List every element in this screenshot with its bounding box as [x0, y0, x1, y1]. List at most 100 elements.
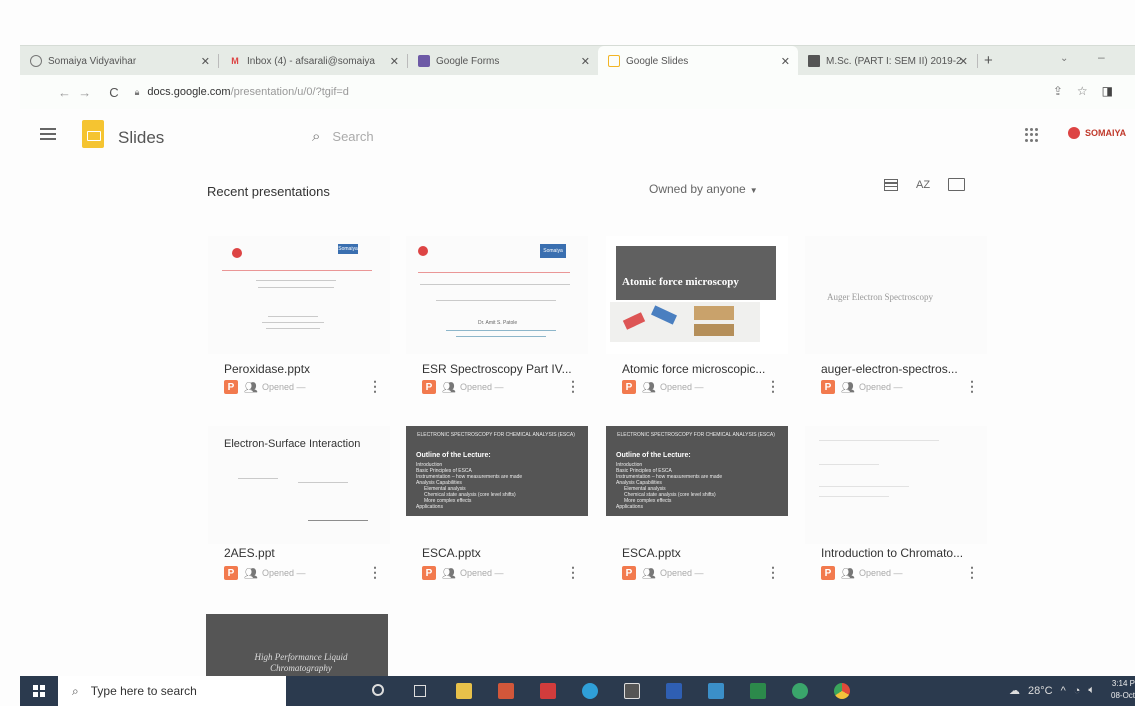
share-icon[interactable]: ⇪	[1053, 84, 1077, 98]
file-name[interactable]: ESCA.pptx	[622, 546, 782, 560]
thumb-title: Auger Electron Spectroscopy	[827, 292, 933, 302]
pptx-icon: P	[622, 380, 636, 394]
slide-thumbnail[interactable]: High Performance Liquid Chromatography	[206, 614, 388, 676]
bookmark-star-icon[interactable]: ☆	[1077, 84, 1102, 98]
folder-picker-icon[interactable]	[948, 178, 966, 191]
tab-somaiya-vidyavihar[interactable]: Somaiya Vidyavihar ✕	[20, 46, 218, 76]
reload-icon[interactable]: C	[109, 85, 118, 100]
somaiya-seal-icon	[1068, 127, 1080, 139]
task-view-icon[interactable]	[414, 685, 426, 697]
pptx-icon: P	[622, 566, 636, 580]
clock-date: 08-Oct	[1111, 691, 1135, 700]
more-options-icon[interactable]: ⋮	[766, 378, 780, 395]
slide-thumbnail[interactable]: Electron-Surface Interaction	[208, 426, 390, 544]
thumb-heading: Outline of the Lecture:	[416, 452, 491, 459]
close-tab-icon[interactable]: ✕	[959, 55, 968, 68]
tab-inbox[interactable]: M Inbox (4) - afsarali@somaiya ✕	[219, 46, 407, 76]
browser-actions[interactable]: ⇪☆◨	[1053, 84, 1127, 98]
word-icon[interactable]	[666, 683, 682, 699]
url-field[interactable]: docs.google.com/presentation/u/0/?tgif=d	[147, 86, 349, 98]
clock[interactable]: 3:14 P 08-Oct	[1111, 678, 1135, 702]
account-brand[interactable]: SOMAIYA	[1068, 127, 1126, 139]
file-name[interactable]: ESCA.pptx	[422, 546, 582, 560]
sheet-icon	[808, 55, 820, 67]
back-forward-icon[interactable]: ← →	[58, 85, 91, 100]
shared-icon: 👥︎	[244, 567, 258, 580]
screen: Somaiya Vidyavihar ✕ M Inbox (4) - afsar…	[0, 0, 1135, 706]
tab-google-forms[interactable]: Google Forms ✕	[408, 46, 598, 76]
slide-thumbnail[interactable]: Atomic force microscopy	[606, 236, 788, 354]
opened-label: Opened —	[659, 382, 704, 392]
edge-icon[interactable]	[582, 683, 598, 699]
tab-label: Inbox (4) - afsarali@somaiya	[247, 55, 375, 67]
file-name[interactable]: Introduction to Chromato...	[821, 546, 981, 560]
shared-icon: 👥︎	[442, 381, 456, 394]
calculator-icon[interactable]	[624, 683, 640, 699]
brand-label: SOMAIYA	[1085, 128, 1127, 138]
close-tab-icon[interactable]: ✕	[581, 55, 590, 68]
sidepanel-icon[interactable]: ◨	[1102, 84, 1127, 98]
slides-logo-icon[interactable]	[82, 120, 104, 148]
pptx-icon: P	[224, 566, 238, 580]
file-name[interactable]: 2AES.ppt	[224, 546, 384, 560]
chrome-icon[interactable]	[834, 683, 850, 699]
tab-search-icon[interactable]: ⌄	[1060, 53, 1068, 64]
tab-msc-sheet[interactable]: M.Sc. (PART I: SEM II) 2019-2 ✕	[798, 46, 976, 76]
slide-thumbnail[interactable]: Somaiya Dr. Amit S. Patole	[406, 236, 588, 354]
close-tab-icon[interactable]: ✕	[201, 55, 210, 68]
thumb-title-band	[616, 246, 776, 300]
shared-icon: 👥︎	[244, 381, 258, 394]
file-name[interactable]: ESR Spectroscopy Part IV...	[422, 362, 582, 376]
minimize-icon[interactable]: –	[1098, 50, 1105, 64]
taskbar-search[interactable]: ⌕ Type here to search	[58, 676, 286, 706]
thumb-outline: Introduction Basic Principles of ESCA In…	[416, 462, 522, 510]
pdf-reader-icon[interactable]	[540, 683, 556, 699]
thumb-image	[610, 302, 760, 342]
search-icon[interactable]: ⌕	[312, 128, 320, 145]
slide-thumbnail[interactable]: Auger Electron Spectroscopy	[805, 236, 987, 354]
more-options-icon[interactable]: ⋮	[566, 378, 580, 395]
main-menu-icon[interactable]	[40, 128, 56, 140]
clock-time: 3:14 P	[1111, 679, 1135, 688]
search-bar[interactable]: ⌕ Search	[312, 128, 374, 145]
list-view-icon[interactable]	[884, 178, 898, 191]
more-options-icon[interactable]: ⋮	[566, 564, 580, 581]
cortana-icon[interactable]	[372, 684, 384, 696]
opened-label: Opened —	[858, 568, 903, 578]
more-options-icon[interactable]: ⋮	[965, 378, 979, 395]
excel-icon[interactable]	[750, 683, 766, 699]
google-apps-icon[interactable]	[1025, 128, 1039, 142]
tab-google-slides[interactable]: Google Slides ✕	[598, 46, 798, 76]
sort-az-icon[interactable]: AZ	[916, 179, 930, 191]
owner-filter-dropdown[interactable]: Owned by anyone ▼	[649, 182, 758, 196]
file-name[interactable]: Peroxidase.pptx	[224, 362, 384, 376]
more-options-icon[interactable]: ⋮	[368, 564, 382, 581]
app-icon[interactable]	[792, 683, 808, 699]
close-tab-icon[interactable]: ✕	[781, 55, 790, 68]
slide-thumbnail[interactable]: ELECTRONIC SPECTROSCOPY FOR CHEMICAL ANA…	[406, 426, 588, 516]
more-options-icon[interactable]: ⋮	[965, 564, 979, 581]
slide-thumbnail[interactable]: Somaiya	[208, 236, 390, 354]
weather-cloud-icon: ☁	[1008, 685, 1020, 697]
more-options-icon[interactable]: ⋮	[368, 378, 382, 395]
thumb-title: ELECTRONIC SPECTROSCOPY FOR CHEMICAL ANA…	[417, 432, 575, 438]
taskbar-search-input[interactable]: Type here to search	[91, 684, 197, 698]
start-button[interactable]	[20, 676, 58, 706]
file-name[interactable]: auger-electron-spectros...	[821, 362, 981, 376]
windows-taskbar: ⌕ Type here to search ☁ 28°C ^ ◔ 🔈︎ 3:14 …	[20, 676, 1135, 706]
close-tab-icon[interactable]: ✕	[390, 55, 399, 68]
file-explorer-icon[interactable]	[456, 683, 472, 699]
tray-chevron-icon[interactable]: ^	[1061, 685, 1066, 697]
photos-icon[interactable]	[708, 683, 724, 699]
powerpoint-icon[interactable]	[498, 683, 514, 699]
file-name[interactable]: Atomic force microscopic...	[622, 362, 782, 376]
globe-icon	[30, 55, 42, 67]
more-options-icon[interactable]: ⋮	[766, 564, 780, 581]
new-tab-button[interactable]: +	[984, 52, 993, 69]
volume-icon[interactable]: 🔈︎	[1088, 684, 1095, 697]
slide-thumbnail[interactable]	[805, 426, 987, 544]
search-input[interactable]: Search	[332, 129, 373, 144]
weather-temp[interactable]: 28°C	[1028, 685, 1053, 697]
network-icon[interactable]: ◔	[1074, 685, 1081, 697]
slide-thumbnail[interactable]: ELECTRONIC SPECTROSCOPY FOR CHEMICAL ANA…	[606, 426, 788, 516]
